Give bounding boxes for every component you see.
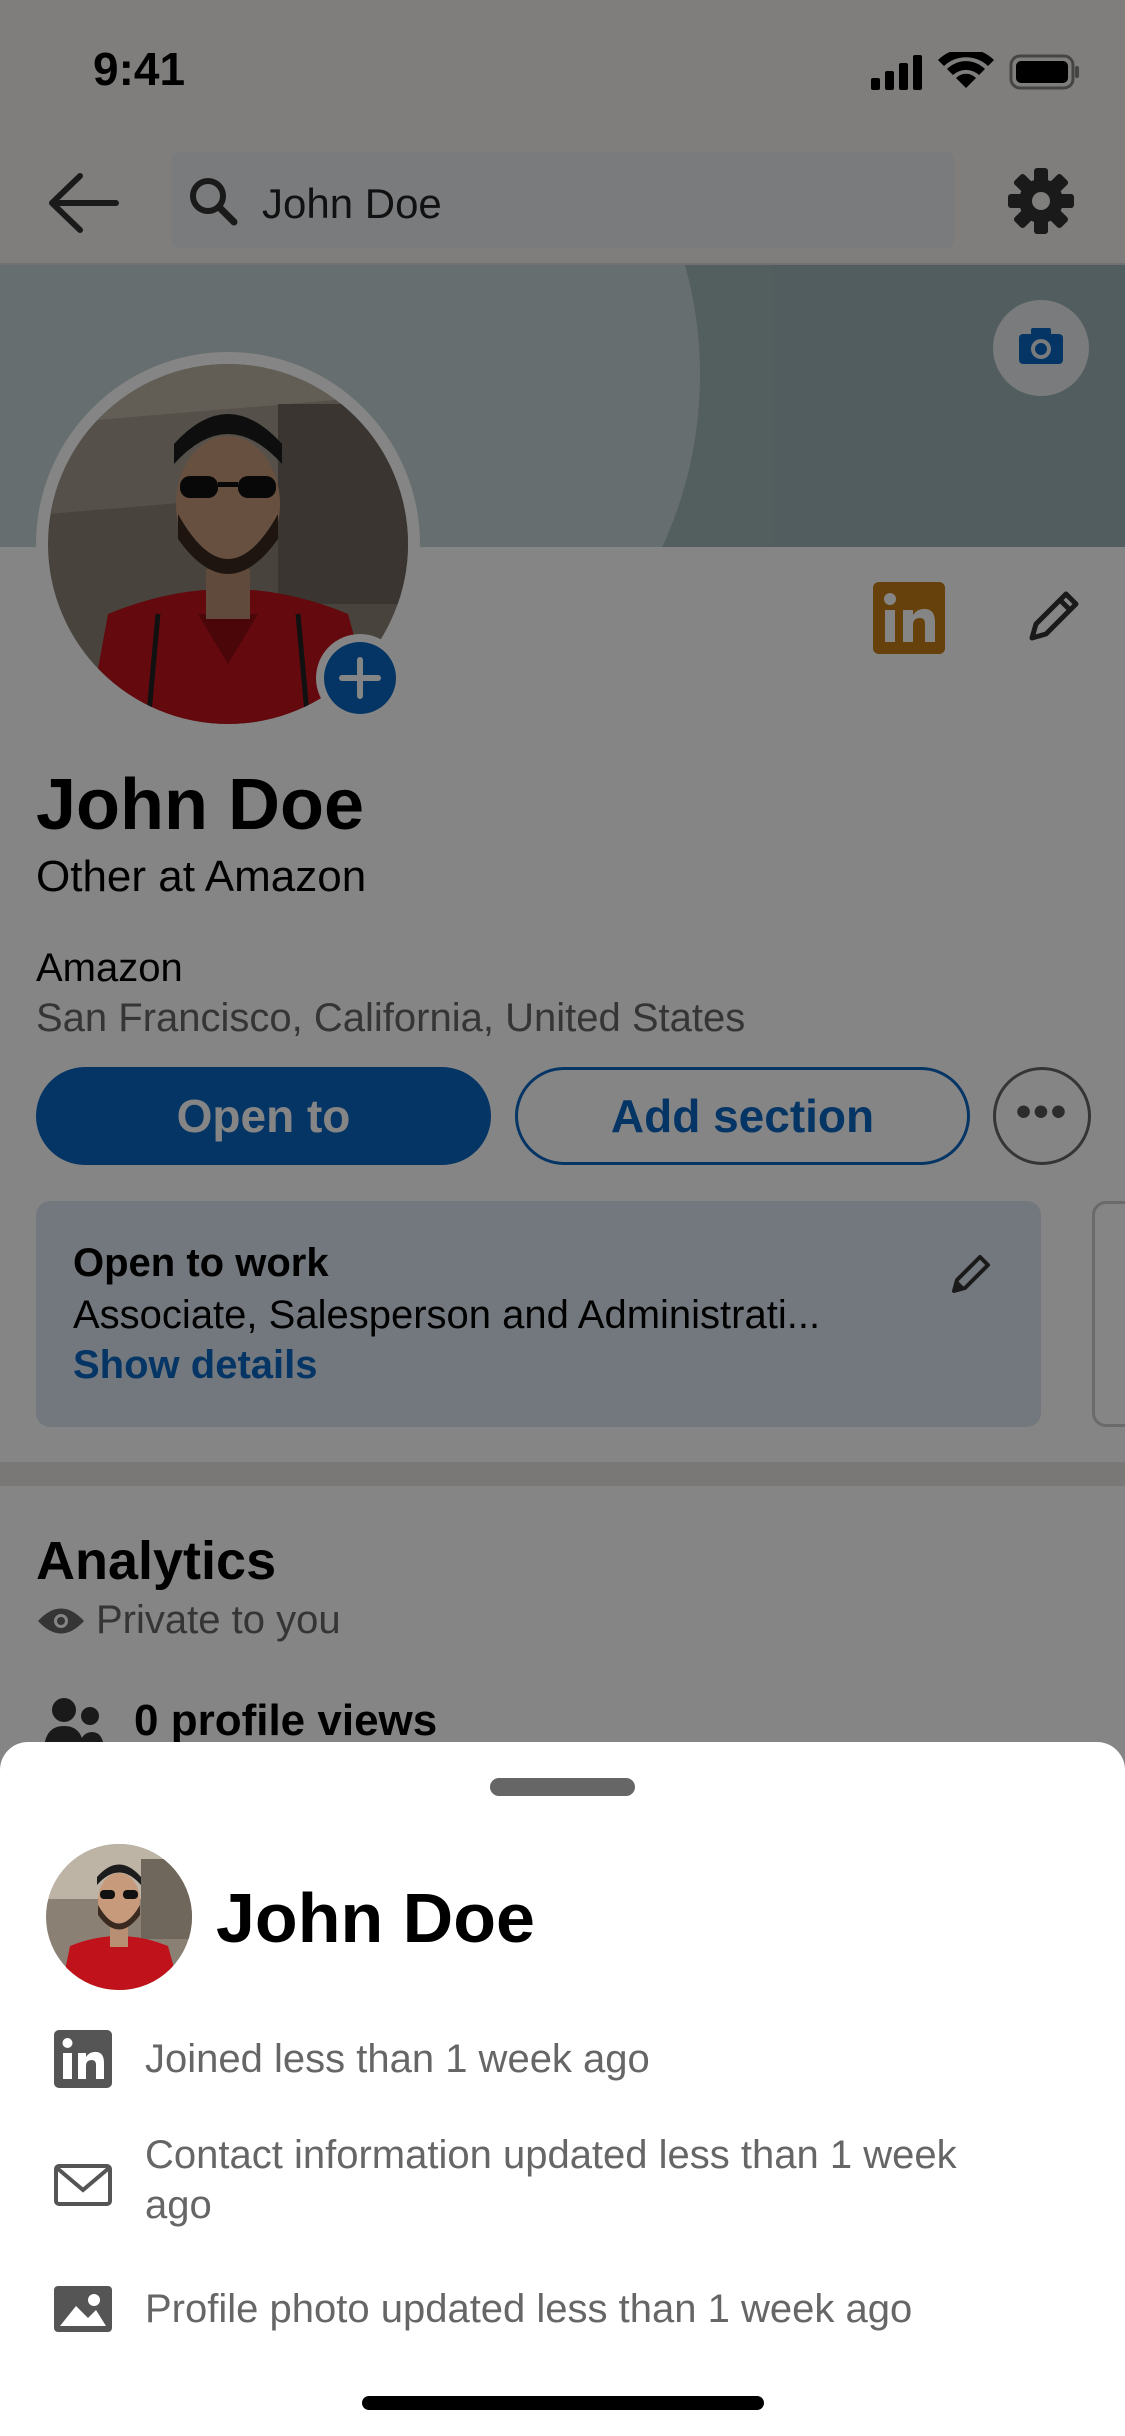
profile-screen: 9:41 John Doe John Doe Other at Amazon A…	[0, 0, 1125, 2436]
profile-info-sheet: John Doe Joined less than 1 week ago Con…	[0, 1742, 1125, 2436]
home-indicator[interactable]	[362, 2396, 764, 2410]
sheet-row-joined: Joined less than 1 week ago	[145, 2037, 650, 2081]
sheet-name: John Doe	[216, 1879, 535, 1957]
mail-icon	[54, 2164, 112, 2206]
sheet-avatar	[46, 1844, 192, 1990]
sheet-avatar-photo	[46, 1844, 192, 1990]
sheet-drag-handle[interactable]	[490, 1778, 635, 1796]
linkedin-icon	[54, 2030, 112, 2088]
sheet-row-photo: Profile photo updated less than 1 week a…	[145, 2287, 913, 2331]
image-icon	[54, 2286, 112, 2332]
sheet-row-contact: Contact information updated less than 1 …	[145, 2133, 957, 2227]
